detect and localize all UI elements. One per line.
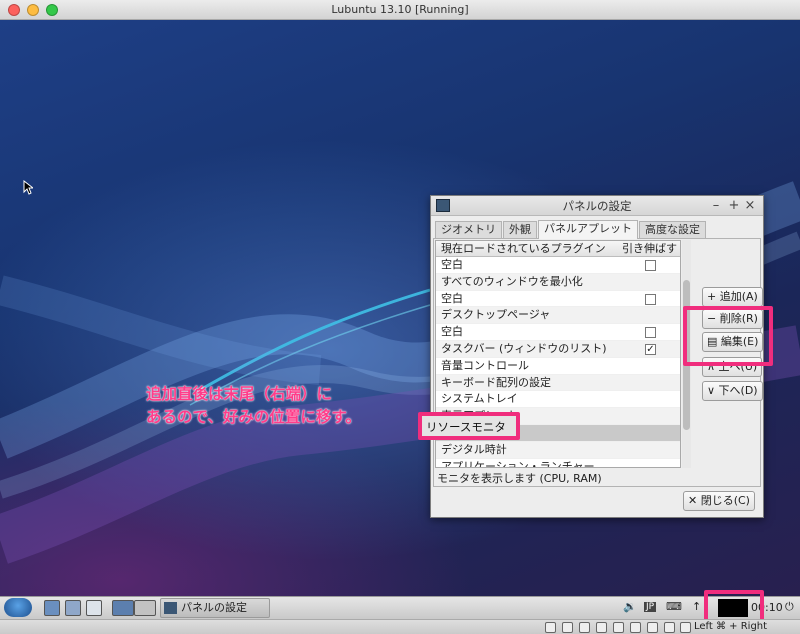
plugin-name: アプリケーション・ランチャー (441, 459, 595, 468)
close-button[interactable]: ✕ 閉じる(C) (683, 491, 755, 511)
dialog-close-icon[interactable]: × (743, 196, 757, 216)
column-header-stretch[interactable]: 引き伸ばす (622, 241, 677, 256)
plugin-name: 空白 (441, 258, 463, 271)
zoom-window-button[interactable] (46, 4, 58, 16)
minimize-window-button[interactable] (27, 4, 39, 16)
plugin-row[interactable]: 空白 (436, 291, 680, 308)
task-panel-settings[interactable]: パネルの設定 (160, 598, 270, 618)
upload-arrow-icon: ↑ (692, 600, 702, 613)
add-button[interactable]: + 追加(A) (702, 287, 763, 307)
plugin-name: 空白 (441, 325, 463, 339)
plugin-row[interactable]: キーボード配列の設定 (436, 374, 680, 392)
dialog-maximize-icon[interactable]: + (727, 196, 741, 216)
display-icon[interactable] (630, 622, 641, 633)
column-header-plugins[interactable]: 現在ロードされているプラグイン (441, 241, 606, 256)
network-icon[interactable] (596, 622, 607, 633)
desktop-2-icon[interactable] (134, 600, 156, 616)
plugin-row[interactable]: すべてのウィンドウを最小化 (436, 273, 680, 291)
dialog-minimize-icon[interactable]: – (709, 196, 723, 216)
stretch-checkbox[interactable] (645, 327, 656, 339)
plugin-row[interactable]: デスクトップページャ (436, 307, 680, 325)
usb-icon[interactable] (579, 622, 590, 633)
mouse-integration-icon[interactable] (664, 622, 675, 633)
vm-window-titlebar: Lubuntu 13.10 [Running] (0, 0, 800, 20)
plugin-name: キーボード配列の設定 (441, 375, 551, 389)
plugin-name: 空白 (441, 291, 463, 305)
plugin-row[interactable]: タスクバー (ウィンドウのリスト) ✓ (436, 340, 680, 358)
plugin-name: デスクトップページャ (441, 308, 551, 322)
plugin-description: モニタを表示します (CPU, RAM) (437, 472, 602, 485)
host-key-icon (680, 622, 691, 633)
power-icon[interactable]: ⏻ (785, 600, 794, 614)
panel-icon (436, 199, 450, 212)
selected-plugin-label: リソースモニタ (426, 420, 506, 434)
plugin-name: デジタル時計 (441, 442, 507, 456)
window-switcher-icon[interactable] (86, 600, 102, 616)
plugin-list-header: 現在ロードされているプラグイン 引き伸ばす (436, 241, 680, 257)
plugin-row[interactable]: システムトレイ (436, 391, 680, 409)
file-manager-icon[interactable] (65, 600, 81, 616)
plugin-row[interactable]: 空白 (436, 324, 680, 341)
task-label: パネルの設定 (181, 601, 247, 614)
plugin-name: タスクバー (ウィンドウのリスト) (441, 341, 607, 355)
annotation-line-1: 追加直後は末尾（右端）に (146, 385, 333, 403)
move-buttons-highlight (683, 306, 773, 366)
keyboard-layout-indicator[interactable]: JP (644, 602, 657, 612)
tab-geometry[interactable]: ジオメトリ (435, 221, 502, 238)
plugin-name: すべてのウィンドウを最小化 (441, 274, 583, 288)
selected-plugin-highlight: リソースモニタ (418, 412, 520, 440)
plugin-row[interactable]: アプリケーション・ランチャー (436, 459, 680, 468)
hdd-icon[interactable] (545, 622, 556, 633)
shared-folders-icon[interactable] (613, 622, 624, 633)
vbox-status-bar: Left ⌘ + Right (0, 619, 800, 634)
stretch-checkbox[interactable] (645, 293, 656, 305)
annotation-text: 追加直後は末尾（右端）に あるので、好みの位置に移す。 (146, 383, 361, 429)
move-down-button[interactable]: ∨ 下へ(D) (702, 381, 763, 401)
dialog-title: パネルの設定 (562, 199, 632, 213)
tab-appearance[interactable]: 外観 (503, 221, 537, 238)
tab-bar: ジオメトリ 外観 パネルアプレット 高度な設定 (435, 220, 707, 239)
plugin-row[interactable]: 空白 (436, 257, 680, 274)
mouse-cursor-icon (23, 180, 33, 195)
desktop-1-icon[interactable] (112, 600, 134, 616)
panel-icon (164, 602, 177, 614)
dialog-titlebar[interactable]: パネルの設定 – + × (431, 196, 763, 216)
optical-drive-icon[interactable] (562, 622, 573, 633)
host-key-label: Left ⌘ + Right (694, 621, 768, 632)
video-capture-icon[interactable] (647, 622, 658, 633)
tab-advanced[interactable]: 高度な設定 (639, 221, 706, 238)
lxpanel-taskbar: パネルの設定 🔉 JP ⌨ ↑ 00:10 ⏻ (0, 596, 800, 619)
plugin-row[interactable]: デジタル時計 (436, 441, 680, 459)
stretch-checkbox[interactable] (645, 260, 656, 271)
minimize-all-icon[interactable] (44, 600, 60, 616)
tab-panel-applets[interactable]: パネルアプレット (538, 220, 638, 239)
plugin-name: システムトレイ (441, 392, 518, 406)
keyboard-icon[interactable]: ⌨ (666, 600, 682, 613)
close-window-button[interactable] (8, 4, 20, 16)
plugin-name: 音量コントロール (441, 358, 529, 372)
plugin-row[interactable]: 音量コントロール (436, 358, 680, 375)
window-title: Lubuntu 13.10 [Running] (331, 3, 469, 16)
start-menu-button[interactable] (4, 598, 32, 617)
volume-icon[interactable]: 🔉 (623, 600, 637, 613)
annotation-line-2: あるので、好みの位置に移す。 (146, 408, 361, 426)
stretch-checkbox[interactable]: ✓ (645, 343, 656, 355)
